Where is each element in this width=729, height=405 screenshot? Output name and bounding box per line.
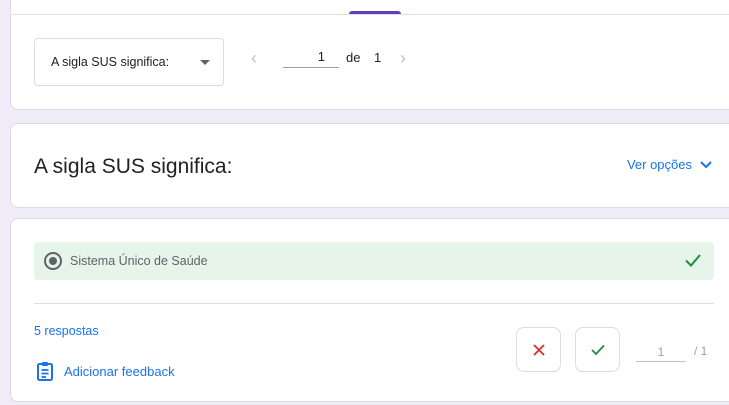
correct-answer-row: Sistema Único de Saúde	[34, 242, 714, 280]
add-feedback-button[interactable]: Adicionar feedback	[36, 361, 175, 381]
chevron-right-icon[interactable]: ›	[400, 49, 406, 67]
close-icon	[532, 343, 545, 356]
question-title: A sigla SUS significa:	[34, 155, 233, 178]
mark-correct-button[interactable]	[575, 327, 620, 372]
answer-card: Sistema Único de Saúde 5 respostas Adici…	[10, 218, 729, 402]
question-navigator-card: A sigla SUS significa: ‹ 1 de 1 ›	[10, 0, 729, 110]
radio-selected-icon	[44, 252, 62, 270]
page-total: 1	[374, 50, 382, 65]
score-max: / 1	[694, 344, 708, 358]
page-number-input[interactable]: 1	[283, 46, 339, 68]
tab-divider	[11, 14, 729, 15]
check-icon	[685, 254, 701, 267]
question-select-dropdown[interactable]: A sigla SUS significa:	[34, 38, 224, 86]
active-tab-indicator	[349, 11, 401, 14]
divider	[34, 303, 714, 304]
check-icon	[590, 344, 605, 355]
dropdown-caret-icon	[200, 60, 210, 65]
ver-opcoes-button[interactable]: Ver opções	[627, 157, 712, 172]
chevron-down-icon	[700, 160, 712, 168]
page-of-label: de	[346, 50, 361, 65]
question-title-card: A sigla SUS significa: Ver opções	[10, 123, 729, 208]
add-feedback-label: Adicionar feedback	[64, 363, 175, 379]
feedback-clipboard-icon	[37, 362, 53, 381]
answer-option-text: Sistema Único de Saúde	[70, 254, 208, 268]
mark-incorrect-button[interactable]	[516, 327, 561, 372]
chevron-left-icon[interactable]: ‹	[251, 49, 257, 67]
score-input[interactable]: 1	[636, 342, 686, 362]
question-select-label: A sigla SUS significa:	[51, 55, 170, 69]
ver-opcoes-label: Ver opções	[626, 157, 692, 172]
responses-count-link[interactable]: 5 respostas	[34, 324, 99, 338]
